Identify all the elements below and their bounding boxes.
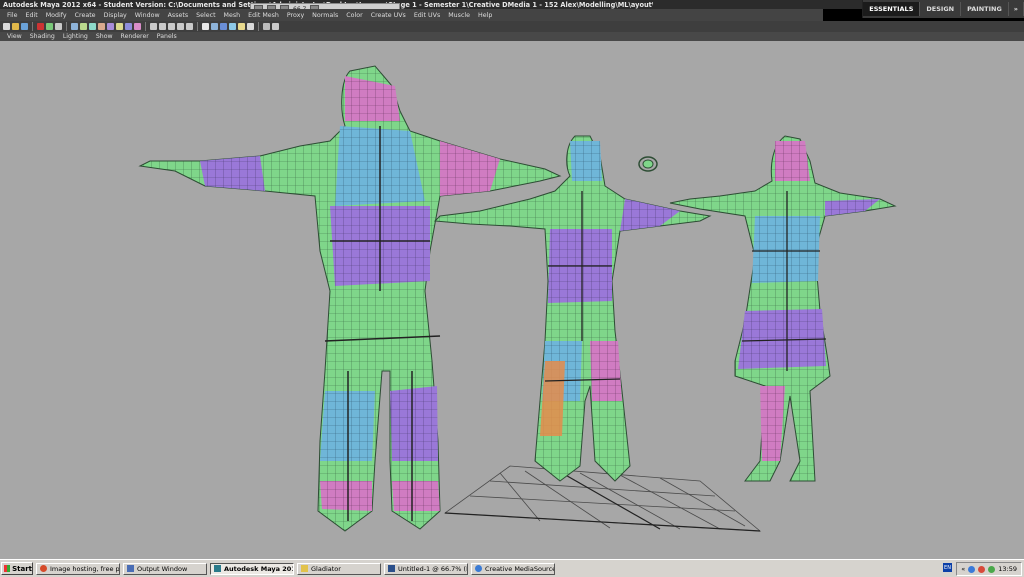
mask-misc-icon[interactable] [134, 23, 141, 30]
character-model-1[interactable] [138, 65, 562, 532]
security-icon[interactable] [978, 565, 986, 573]
menu-file[interactable]: File [3, 12, 22, 19]
select-object-icon[interactable] [46, 23, 53, 30]
menu-create-uvs[interactable]: Create UVs [367, 12, 410, 19]
menu-select[interactable]: Select [192, 12, 219, 19]
workspace-painting[interactable]: PAINTING [961, 2, 1009, 16]
workspace-more-button[interactable]: » [1009, 2, 1024, 16]
separator [145, 22, 146, 31]
taskbar-button-browser[interactable]: Image hosting, free phot... [36, 562, 120, 575]
taskbar-label: Image hosting, free phot... [50, 564, 120, 573]
character-model-3[interactable] [669, 135, 897, 482]
snap-grid-icon[interactable] [150, 23, 157, 30]
perspective-viewport[interactable] [0, 41, 1024, 559]
mask-deformations-icon[interactable] [107, 23, 114, 30]
windows-taskbar: Start Image hosting, free phot... Output… [0, 559, 1024, 577]
menu-color[interactable]: Color [342, 12, 366, 19]
snap-view-icon[interactable] [177, 23, 184, 30]
mask-dynamics-icon[interactable] [116, 23, 123, 30]
taskbar-button-output-window[interactable]: Output Window [123, 562, 207, 575]
panel-menu-lighting[interactable]: Lighting [59, 33, 92, 40]
folder-icon [301, 565, 308, 572]
panel-menu-panels[interactable]: Panels [153, 33, 181, 40]
render-view-icon[interactable] [211, 23, 218, 30]
maya-icon [214, 565, 221, 572]
mask-curves-icon[interactable] [89, 23, 96, 30]
taskbar-label: Output Window [137, 564, 188, 573]
clock[interactable]: 13:59 [998, 565, 1017, 573]
window-icon [127, 565, 134, 572]
snap-live-icon[interactable] [186, 23, 193, 30]
ipr-render-icon[interactable] [229, 23, 236, 30]
menu-create[interactable]: Create [71, 12, 100, 19]
separator [66, 22, 67, 31]
bookmark-icon[interactable] [272, 23, 279, 30]
mask-joints-icon[interactable] [80, 23, 87, 30]
browser-icon [40, 565, 47, 572]
mask-handles-icon[interactable] [71, 23, 78, 30]
panel-menu-shading[interactable]: Shading [26, 33, 59, 40]
panel-menu-view[interactable]: View [3, 33, 26, 40]
taskbar-label: Untitled-1 @ 66.7% (Lay... [398, 564, 467, 573]
open-scene-icon[interactable] [12, 23, 19, 30]
menu-help[interactable]: Help [474, 12, 496, 19]
start-label: Start [12, 564, 32, 573]
camera-attributes-icon[interactable] [263, 23, 270, 30]
separator [197, 22, 198, 31]
main-menu-bar: File Edit Modify Create Display Window A… [0, 9, 823, 21]
save-scene-icon[interactable] [21, 23, 28, 30]
windows-logo-icon [4, 565, 11, 572]
taskbar-button-creative-mediasource[interactable]: Creative MediaSource 5 [471, 562, 555, 575]
mask-rendering-icon[interactable] [125, 23, 132, 30]
separator [258, 22, 259, 31]
menu-edit[interactable]: Edit [22, 12, 42, 19]
floating-light-object[interactable] [638, 156, 658, 172]
panel-menu-bar: View Shading Lighting Show Renderer Pane… [0, 32, 1024, 41]
taskbar-button-photoshop[interactable]: Untitled-1 @ 66.7% (Lay... [384, 562, 468, 575]
taskbar-label: Autodesk Maya 2012 ... [224, 564, 293, 573]
menu-normals[interactable]: Normals [308, 12, 342, 19]
mask-surfaces-icon[interactable] [98, 23, 105, 30]
menu-display[interactable]: Display [100, 12, 131, 19]
tray-expand-icon[interactable]: « [961, 565, 965, 573]
workspace-design[interactable]: DESIGN [920, 2, 962, 16]
menu-assets[interactable]: Assets [164, 12, 193, 19]
history-icon[interactable] [202, 23, 209, 30]
panel-menu-show[interactable]: Show [92, 33, 117, 40]
new-scene-icon[interactable] [3, 23, 10, 30]
workspace-essentials[interactable]: ESSENTIALS [863, 2, 921, 16]
render-settings-icon[interactable] [238, 23, 245, 30]
taskbar-button-gladiator[interactable]: Gladiator [297, 562, 381, 575]
menu-window[interactable]: Window [131, 12, 164, 19]
menu-proxy[interactable]: Proxy [283, 12, 308, 19]
photoshop-icon [388, 565, 395, 572]
network-icon[interactable] [968, 565, 976, 573]
start-button[interactable]: Start [1, 562, 33, 575]
creative-icon [475, 565, 482, 572]
select-hierarchy-icon[interactable] [37, 23, 44, 30]
render-frame-icon[interactable] [220, 23, 227, 30]
taskbar-button-maya[interactable]: Autodesk Maya 2012 ... [210, 562, 294, 575]
snap-curve-icon[interactable] [159, 23, 166, 30]
separator [32, 22, 33, 31]
taskbar-label: Creative MediaSource 5 [485, 564, 555, 573]
menu-modify[interactable]: Modify [42, 12, 71, 19]
taskbar-label: Gladiator [311, 564, 341, 573]
hypershade-icon[interactable] [247, 23, 254, 30]
menu-edit-mesh[interactable]: Edit Mesh [244, 12, 283, 19]
menu-edit-uvs[interactable]: Edit UVs [410, 12, 444, 19]
workspace-selector: ESSENTIALS DESIGN PAINTING » [862, 0, 1024, 18]
menu-muscle[interactable]: Muscle [444, 12, 474, 19]
system-tray: « 13:59 [956, 562, 1022, 576]
ground-grid [443, 465, 762, 532]
menu-mesh[interactable]: Mesh [220, 12, 245, 19]
viewport-scene[interactable] [0, 41, 1024, 559]
panel-menu-renderer[interactable]: Renderer [117, 33, 153, 40]
snap-point-icon[interactable] [168, 23, 175, 30]
volume-icon[interactable] [988, 565, 996, 573]
select-component-icon[interactable] [55, 23, 62, 30]
language-indicator[interactable]: EN [943, 563, 952, 572]
